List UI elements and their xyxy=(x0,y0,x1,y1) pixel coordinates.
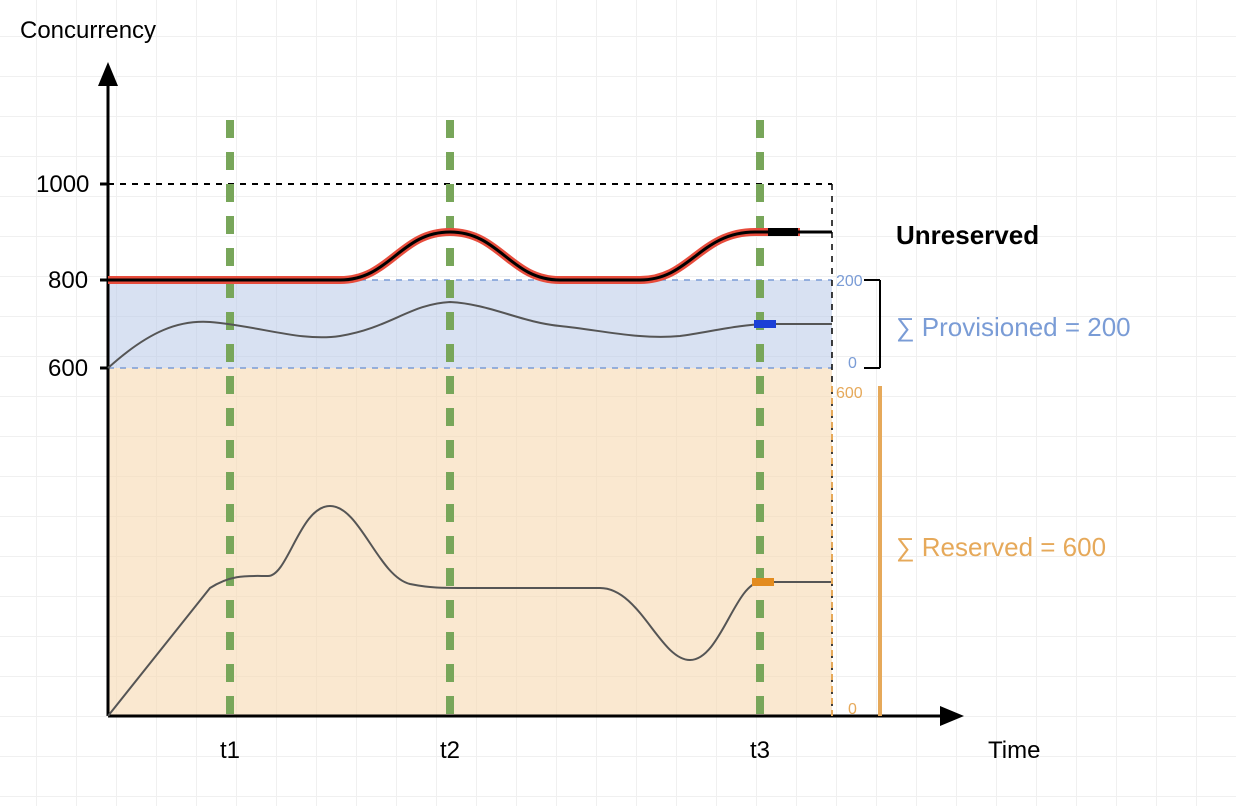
reserved-scale-0: 0 xyxy=(848,701,857,718)
label-unreserved: Unreserved xyxy=(896,220,1039,250)
unreserved-marker xyxy=(768,228,798,236)
x-tick-t1: t1 xyxy=(220,737,240,764)
reserved-marker xyxy=(752,578,774,586)
y-tick-label-600: 600 xyxy=(48,355,88,382)
unreserved-curve-black xyxy=(108,232,832,280)
label-provisioned: ∑ Provisioned = 200 xyxy=(896,312,1131,342)
x-tick-t3: t3 xyxy=(750,737,770,764)
y-tick-label-1000: 1000 xyxy=(36,171,89,198)
y-tick-label-800: 800 xyxy=(48,267,88,294)
y-axis-arrow-icon xyxy=(98,62,118,86)
provisioned-band xyxy=(108,280,832,368)
x-axis-arrow-icon xyxy=(940,706,964,726)
provisioned-scale-200: 200 xyxy=(836,273,863,290)
reserved-scale-600: 600 xyxy=(836,385,863,402)
provisioned-marker xyxy=(754,320,776,328)
reserved-band xyxy=(108,368,832,716)
x-tick-t2: t2 xyxy=(440,737,460,764)
label-reserved: ∑ Reserved = 600 xyxy=(896,532,1106,562)
provisioned-scale-0: 0 xyxy=(848,355,857,372)
x-axis-title: Time xyxy=(988,737,1040,764)
concurrency-diagram: 1000 800 600 Concurrency Time t1 t2 t3 2… xyxy=(0,0,1236,806)
y-axis-title: Concurrency xyxy=(20,17,156,44)
